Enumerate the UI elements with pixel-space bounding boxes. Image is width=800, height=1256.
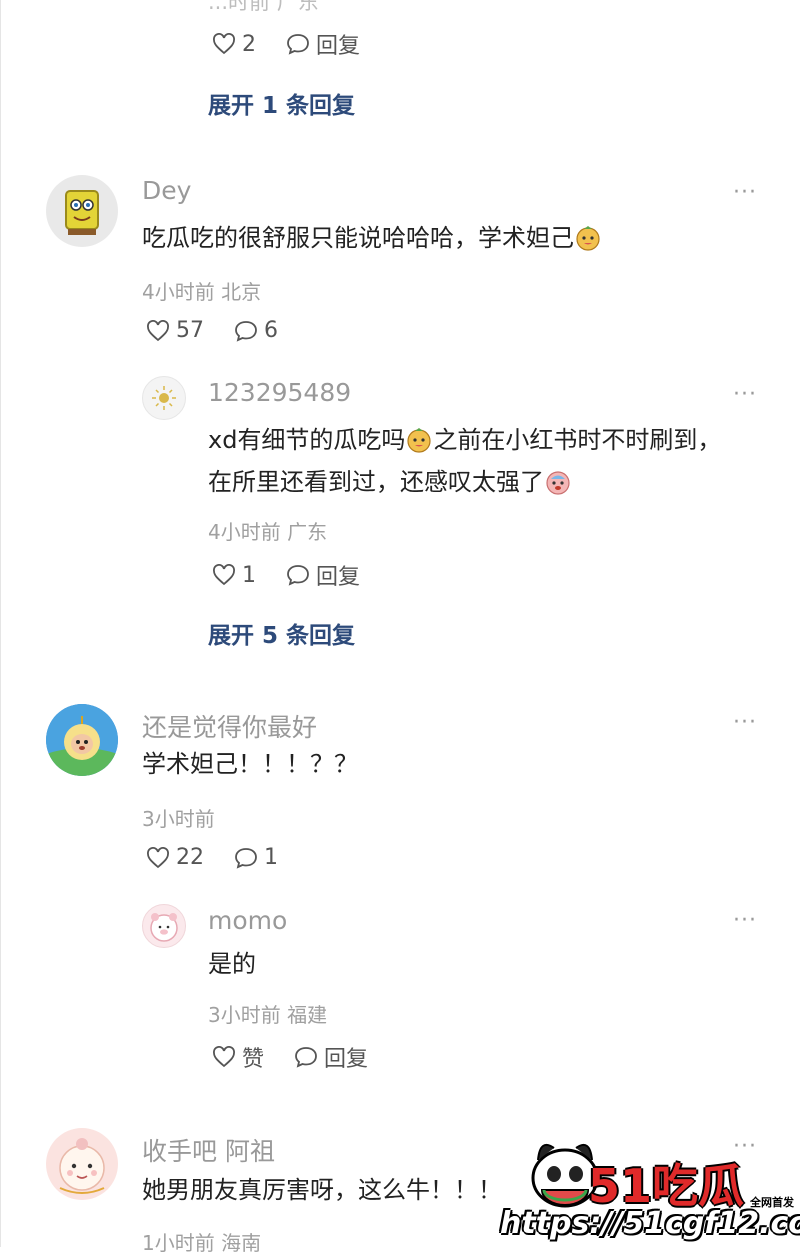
watermark: 51吃瓜 全网首发 https://51cgf12.com <box>500 1128 800 1247</box>
comment-actions: 22 1 <box>146 845 278 870</box>
like-button[interactable]: 2 <box>212 32 256 57</box>
reply-button[interactable]: 1 <box>234 845 278 870</box>
avatar[interactable] <box>46 175 118 247</box>
like-label: 赞 <box>242 1047 265 1072</box>
speech-bubble-icon <box>235 847 257 869</box>
reply-actions: 赞 回复 <box>212 1041 368 1073</box>
reply-text: 是的 <box>208 950 256 978</box>
comment-meta: 3小时前 <box>142 807 215 831</box>
like-button[interactable]: 57 <box>146 318 204 343</box>
reply-count: 6 <box>264 318 278 343</box>
reply-button[interactable]: 回复 <box>294 1041 368 1073</box>
melon-face-emoji <box>576 226 600 251</box>
pig-avatar-image <box>150 913 178 942</box>
comment-text-content: 吃瓜吃的很舒服只能说哈哈哈，学术妲己 <box>142 224 574 252</box>
reply-button[interactable]: 回复 <box>286 559 360 591</box>
watermark-url: https://51cgf12.com <box>500 1206 800 1241</box>
sun-avatar-image <box>152 386 176 410</box>
avatar[interactable] <box>46 1128 118 1200</box>
reply-label: 回复 <box>316 565 361 590</box>
more-dots-icon[interactable]: ··· <box>733 180 757 205</box>
comment-text: 她男朋友真厉害呀，这么牛！！！ <box>142 1176 502 1204</box>
heart-outline-icon <box>213 564 235 586</box>
crying-face-emoji <box>546 471 570 495</box>
reply-text-part: xd有细节的瓜吃吗 <box>208 426 406 454</box>
like-button[interactable]: 1 <box>212 563 256 588</box>
speech-bubble-icon <box>295 1047 317 1068</box>
like-count: 2 <box>242 31 256 57</box>
speech-bubble-icon <box>235 320 257 342</box>
avatar[interactable] <box>46 704 118 776</box>
reply-text-part: 在所里还看到过，还感叹太强了 <box>208 468 544 496</box>
heart-outline-icon <box>147 846 169 868</box>
top-actions: 2 回复 <box>212 28 360 60</box>
comment-text: 吃瓜吃的很舒服只能说哈哈哈，学术妲己 <box>142 218 602 258</box>
expand-replies-link[interactable]: 展开 1 条回复 <box>208 86 355 120</box>
reply-text-line: 在所里还看到过，还感叹太强了 <box>208 462 572 502</box>
username[interactable]: 123295489 <box>208 378 351 407</box>
username[interactable]: 收手吧 阿祖 <box>142 1132 275 1168</box>
reply-button[interactable]: 回复 <box>286 28 360 60</box>
avatar[interactable] <box>142 376 186 420</box>
cut-meta: ...时前 广东 <box>208 0 319 14</box>
cartoon-avatar-image <box>59 1138 105 1194</box>
speech-bubble-icon <box>287 565 309 586</box>
reply-text-part: 之前在小红书时不时刷到， <box>433 426 722 454</box>
comment-meta: 1小时前 海南 <box>142 1231 262 1255</box>
avatar[interactable] <box>142 904 186 948</box>
username[interactable]: Dey <box>142 176 191 205</box>
comment-meta: 4小时前 北京 <box>142 280 262 304</box>
like-count: 22 <box>176 845 204 870</box>
like-count: 57 <box>176 318 204 343</box>
username[interactable]: 还是觉得你最好 <box>142 708 317 744</box>
more-dots-icon[interactable]: ··· <box>733 382 757 407</box>
like-button[interactable]: 赞 <box>212 1041 264 1073</box>
reply-meta: 4小时前 广东 <box>208 520 328 544</box>
heart-outline-icon <box>147 319 169 341</box>
comment-text: 学术妲己！！！？？ <box>142 750 358 778</box>
teletubby-avatar-image <box>46 704 118 776</box>
reply-actions: 1 回复 <box>212 559 360 591</box>
expand-replies-link[interactable]: 展开 5 条回复 <box>208 616 355 650</box>
reply-label: 回复 <box>316 34 361 59</box>
heart-outline-icon <box>213 1046 235 1068</box>
reply-meta: 3小时前 福建 <box>208 1003 328 1027</box>
like-count: 1 <box>242 562 256 588</box>
comment-actions: 57 6 <box>146 318 278 343</box>
reply-button[interactable]: 6 <box>234 318 278 343</box>
speech-bubble-icon <box>287 34 309 55</box>
reply-label: 回复 <box>324 1047 369 1072</box>
like-button[interactable]: 22 <box>146 845 204 870</box>
more-dots-icon[interactable]: ··· <box>733 908 757 933</box>
username[interactable]: momo <box>208 906 287 935</box>
left-border <box>0 0 1 1247</box>
heart-outline-icon <box>213 33 235 55</box>
more-dots-icon[interactable]: ··· <box>733 710 757 735</box>
reply-count: 1 <box>264 845 278 870</box>
reply-text-line: xd有细节的瓜吃吗 之前在小红书时不时刷到， <box>208 420 721 460</box>
melon-face-emoji <box>407 428 432 453</box>
sponge-avatar-image <box>65 190 99 235</box>
